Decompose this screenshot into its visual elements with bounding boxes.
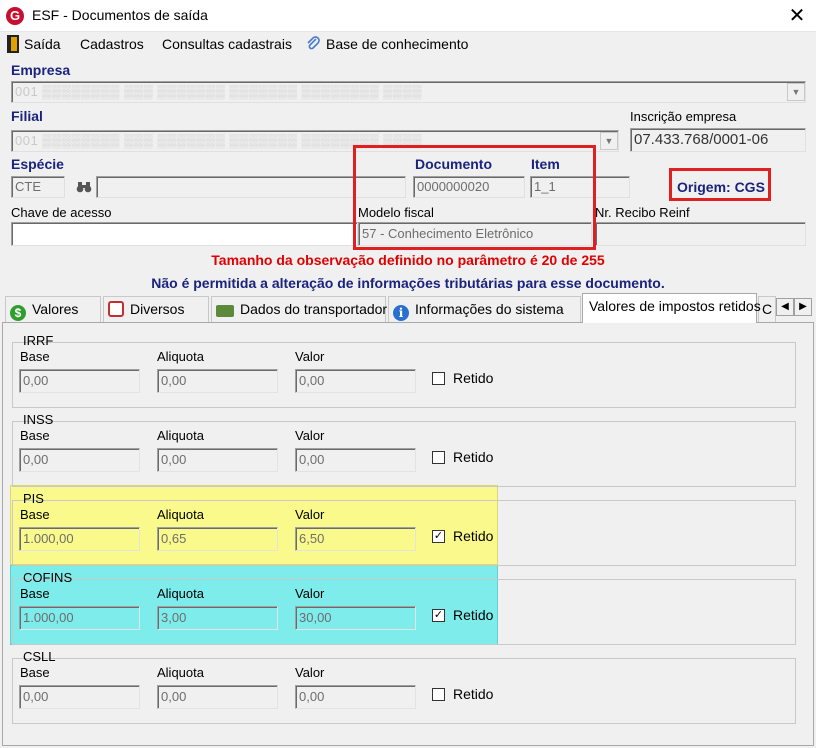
cofins-aliquota-field[interactable]: 3,00 bbox=[157, 606, 278, 630]
inss-base-label: Base bbox=[20, 428, 50, 443]
inss-aliquota-label: Aliquota bbox=[157, 428, 204, 443]
inss-base-field[interactable]: 0,00 bbox=[19, 448, 140, 472]
menu-consultas-cadastrais[interactable]: Consultas cadastrais bbox=[162, 36, 292, 52]
menu-saida[interactable]: Saída bbox=[24, 36, 61, 52]
pis-base-field[interactable]: 1.000,00 bbox=[19, 527, 140, 551]
inss-valor-label: Valor bbox=[295, 428, 325, 443]
observation-size-message: Tamanho da observação definido no parâme… bbox=[211, 252, 605, 268]
tab-valores-label: Valores bbox=[32, 301, 79, 317]
csll-valor-field[interactable]: 0,00 bbox=[295, 685, 416, 709]
csll-base-label: Base bbox=[20, 665, 50, 680]
irrf-group-title: IRRF bbox=[23, 333, 54, 348]
irrf-valor-field[interactable]: 0,00 bbox=[295, 369, 416, 393]
tab-diversos[interactable]: Diversos bbox=[103, 296, 209, 322]
pis-valor-label: Valor bbox=[295, 507, 325, 522]
cofins-group-title: COFINS bbox=[23, 570, 73, 585]
inscricao-label: Inscrição empresa bbox=[630, 109, 737, 124]
inss-valor-field[interactable]: 0,00 bbox=[295, 448, 416, 472]
binoculars-icon[interactable] bbox=[76, 180, 92, 194]
pis-valor-field[interactable]: 6,50 bbox=[295, 527, 416, 551]
especie-field[interactable]: CTE bbox=[11, 176, 65, 198]
empresa-label: Empresa bbox=[11, 62, 71, 78]
csll-group-title: CSLL bbox=[23, 649, 56, 664]
cofins-valor-field[interactable]: 30,00 bbox=[295, 606, 416, 630]
csll-valor-label: Valor bbox=[295, 665, 325, 680]
cofins-base-field[interactable]: 1.000,00 bbox=[19, 606, 140, 630]
irrf-base-field[interactable]: 0,00 bbox=[19, 369, 140, 393]
irrf-aliquota-field[interactable]: 0,00 bbox=[157, 369, 278, 393]
cofins-retido-label: Retido bbox=[453, 607, 494, 623]
irrf-aliquota-label: Aliquota bbox=[157, 349, 204, 364]
tab-informacoes-sistema[interactable]: i Informações do sistema bbox=[388, 296, 581, 322]
irrf-retido-checkbox[interactable] bbox=[432, 372, 445, 385]
truck-icon bbox=[216, 305, 234, 317]
cofins-base-label: Base bbox=[20, 586, 50, 601]
tab-scroll-left-icon[interactable]: ◀ bbox=[776, 298, 794, 316]
cofins-aliquota-label: Aliquota bbox=[157, 586, 204, 601]
exit-door-icon bbox=[7, 35, 19, 53]
inscricao-field: 07.433.768/0001-06 bbox=[630, 128, 806, 152]
dollar-icon: $ bbox=[10, 305, 26, 321]
filial-label: Filial bbox=[11, 108, 43, 124]
empresa-chevron-down-icon[interactable]: ▼ bbox=[787, 83, 805, 101]
pis-aliquota-label: Aliquota bbox=[157, 507, 204, 522]
tab-scroll-right-icon[interactable]: ▶ bbox=[794, 298, 812, 316]
window-title: ESF - Documentos de saída bbox=[32, 7, 208, 23]
chave-acesso-label: Chave de acesso bbox=[11, 205, 112, 220]
highlight-documento-callout bbox=[353, 145, 596, 250]
menu-cadastros[interactable]: Cadastros bbox=[80, 36, 144, 52]
pis-group-title: PIS bbox=[23, 491, 44, 506]
inss-group-title: INSS bbox=[23, 412, 54, 427]
recibo-reinf-label: Nr. Recibo Reinf bbox=[595, 205, 690, 220]
tab-valores[interactable]: $ Valores bbox=[5, 296, 101, 322]
tab-diversos-label: Diversos bbox=[130, 301, 185, 317]
tab-dados-transportador[interactable]: Dados do transportador bbox=[211, 296, 388, 322]
cofins-retido-checkbox[interactable]: ✓ bbox=[432, 609, 445, 622]
app-logo-icon: G bbox=[6, 7, 24, 25]
inss-aliquota-field[interactable]: 0,00 bbox=[157, 448, 278, 472]
empresa-value: 001 ▒▒▒▒▒▒▒▒ ▒▒▒ ▒▒▒▒▒▒▒ ▒▒▒▒▒▒▒ ▒▒▒▒▒▒▒… bbox=[15, 84, 423, 99]
tab-informacoes-label: Informações do sistema bbox=[415, 301, 564, 317]
filial-chevron-down-icon[interactable]: ▼ bbox=[600, 132, 618, 150]
csll-retido-label: Retido bbox=[453, 686, 494, 702]
paperclip-icon bbox=[305, 36, 321, 52]
empresa-select[interactable]: 001 ▒▒▒▒▒▒▒▒ ▒▒▒ ▒▒▒▒▒▒▒ ▒▒▒▒▒▒▒ ▒▒▒▒▒▒▒… bbox=[11, 81, 806, 103]
irrf-valor-label: Valor bbox=[295, 349, 325, 364]
close-button[interactable]: ✕ bbox=[782, 2, 812, 30]
info-icon: i bbox=[393, 305, 409, 321]
csll-base-field[interactable]: 0,00 bbox=[19, 685, 140, 709]
highlight-origem-callout bbox=[669, 168, 771, 201]
calendar-icon bbox=[108, 301, 124, 317]
especie-label: Espécie bbox=[11, 156, 64, 172]
tab-valores-impostos-retidos[interactable]: Valores de impostos retidos bbox=[582, 293, 761, 323]
tab-transportador-label: Dados do transportador bbox=[240, 301, 388, 317]
tax-edit-warning-message: Não é permitida a alteração de informaçõ… bbox=[151, 275, 665, 291]
csll-aliquota-label: Aliquota bbox=[157, 665, 204, 680]
cofins-valor-label: Valor bbox=[295, 586, 325, 601]
pis-retido-label: Retido bbox=[453, 528, 494, 544]
csll-aliquota-field[interactable]: 0,00 bbox=[157, 685, 278, 709]
pis-retido-checkbox[interactable]: ✓ bbox=[432, 530, 445, 543]
irrf-retido-label: Retido bbox=[453, 370, 494, 386]
recibo-reinf-field[interactable] bbox=[595, 222, 806, 246]
inss-retido-label: Retido bbox=[453, 449, 494, 465]
irrf-base-label: Base bbox=[20, 349, 50, 364]
pis-base-label: Base bbox=[20, 507, 50, 522]
pis-aliquota-field[interactable]: 0,65 bbox=[157, 527, 278, 551]
csll-retido-checkbox[interactable] bbox=[432, 688, 445, 701]
inss-retido-checkbox[interactable] bbox=[432, 451, 445, 464]
chave-acesso-field[interactable] bbox=[11, 222, 358, 246]
menu-base-de-conhecimento[interactable]: Base de conhecimento bbox=[326, 36, 468, 52]
